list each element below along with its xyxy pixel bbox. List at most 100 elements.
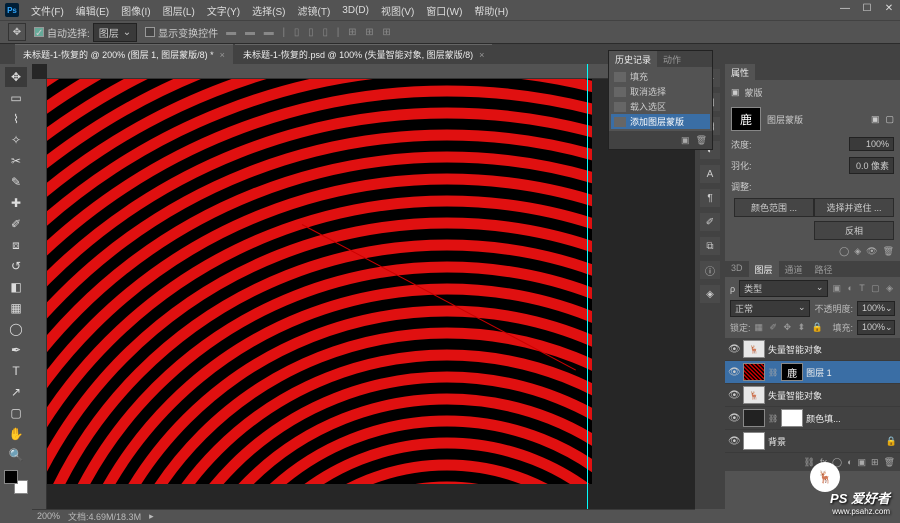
layer-row[interactable]: 👁 🦌 失量智能对象 [725,384,900,407]
history-item[interactable]: 取消选择 [611,84,710,99]
minimize-button[interactable]: — [839,3,851,14]
filter-icons[interactable]: ▣ ◐ T ▢ ◈ [832,283,895,294]
character-panel-icon[interactable]: ¶ [700,189,720,207]
invert-button[interactable]: 反相 [814,221,894,240]
close-tab-icon[interactable]: × [479,50,484,60]
menu-image[interactable]: 图像(I) [121,3,150,18]
history-item[interactable]: 添加图层蒙版 [611,114,710,129]
gradient-tool[interactable]: ▦ [5,298,27,318]
layer-name[interactable]: 图层 1 [806,366,897,379]
link-icon[interactable]: ⛓ [768,414,778,423]
menu-edit[interactable]: 编辑(E) [76,3,109,18]
lasso-tool[interactable]: ⌇ [5,109,27,129]
layer-name[interactable]: 失量智能对象 [768,389,897,402]
close-button[interactable]: ✕ [883,3,895,14]
layer-row[interactable]: 👁 ⛓ 鹿 图层 1 [725,361,900,384]
history-item[interactable]: 填充 [611,69,710,84]
document-tab-2[interactable]: 未标题-1-恢复的.psd @ 100% (失量智能对象, 图层蒙版/8)× [235,44,492,64]
color-swatches[interactable] [4,470,28,494]
menu-3d[interactable]: 3D(D) [342,5,369,16]
mask-thumbnail[interactable]: 鹿 [731,107,761,131]
guide-vertical[interactable] [587,64,588,509]
mask-thumbnail[interactable] [781,409,803,427]
visibility-icon[interactable]: 👁 [728,344,740,355]
crop-tool[interactable]: ✂ [5,151,27,171]
auto-select-dropdown[interactable]: 图层⌄ [93,23,137,42]
layer-thumbnail[interactable] [743,363,765,381]
foreground-color[interactable] [4,470,18,484]
layer-thumbnail[interactable] [743,432,765,450]
maximize-button[interactable]: ☐ [861,3,873,14]
navigator-panel-icon[interactable]: ◈ [700,285,720,303]
status-arrow-icon[interactable]: ▸ [149,511,154,522]
vector-mask-icon[interactable]: ▢ [885,114,894,125]
actions-tab[interactable]: 动作 [657,51,687,67]
zoom-tool[interactable]: 🔍 [5,445,27,465]
eraser-tool[interactable]: ◧ [5,277,27,297]
link-icon[interactable]: ⛓ [768,368,778,377]
healing-tool[interactable]: ✚ [5,193,27,213]
menu-layer[interactable]: 图层(L) [163,3,195,18]
density-value[interactable]: 100% [849,137,894,151]
menu-view[interactable]: 视图(V) [381,3,414,18]
apply-mask-icon[interactable]: ◈ [854,246,861,257]
dodge-tool[interactable]: ◯ [5,319,27,339]
visibility-icon[interactable]: 👁 [728,436,740,447]
delete-mask-icon[interactable]: 🗑 [883,246,894,257]
new-layer-icon[interactable]: ⊞ [871,457,879,468]
clone-panel-icon[interactable]: ⧉ [700,237,720,255]
menu-type[interactable]: 文字(Y) [207,3,240,18]
disable-mask-icon[interactable]: 👁 [866,246,877,257]
opacity-value[interactable]: 100%⌄ [857,301,895,316]
layer-name[interactable]: 颜色填... [806,412,897,425]
menu-filter[interactable]: 滤镜(T) [298,3,331,18]
path-tool[interactable]: ↗ [5,382,27,402]
history-new-icon[interactable]: ▣ [681,135,690,146]
delete-layer-icon[interactable]: 🗑 [884,457,895,468]
menu-select[interactable]: 选择(S) [252,3,285,18]
layer-row[interactable]: 👁 🦌 失量智能对象 [725,338,900,361]
brushes-panel-icon[interactable]: ✐ [700,213,720,231]
menu-file[interactable]: 文件(F) [31,3,64,18]
auto-select-checkbox[interactable]: ✓ 自动选择: 图层⌄ [34,23,137,42]
lock-icons[interactable]: ▦ ✐ ✥ ⬍ 🔒 [755,322,825,333]
pixel-mask-icon[interactable]: ▣ [871,114,880,125]
layers-tab[interactable]: 图层 [749,261,779,277]
visibility-icon[interactable]: 👁 [728,367,740,378]
history-delete-icon[interactable]: 🗑 [696,135,707,146]
document-canvas[interactable] [47,79,592,484]
mask-thumbnail[interactable]: 鹿 [781,363,803,381]
info-panel-icon[interactable]: ⓘ [700,261,720,279]
blend-mode-dropdown[interactable]: 正常⌄ [730,300,810,317]
document-tab-1[interactable]: 未标题-1-恢复的 @ 200% (图层 1, 图层蒙版/8) *× [15,44,233,64]
paths-tab[interactable]: 路径 [809,261,839,277]
marquee-tool[interactable]: ▭ [5,88,27,108]
ruler-horizontal[interactable] [47,64,695,79]
history-tab[interactable]: 历史记录 [609,51,657,67]
align-icons[interactable]: ▬ ▬ ▬ | ▯ ▯ ▯ | ⊞ ⊞ ⊞ [226,27,394,38]
properties-tab[interactable]: 属性 [725,64,755,80]
menu-help[interactable]: 帮助(H) [474,3,508,18]
adjustment-icon[interactable]: ◐ [847,457,852,467]
ruler-vertical[interactable] [32,79,47,509]
layer-thumbnail[interactable]: 🦌 [743,386,765,404]
menu-window[interactable]: 窗口(W) [426,3,462,18]
load-selection-icon[interactable]: ◯ [839,246,849,257]
layer-name[interactable]: 背景 [768,435,883,448]
fill-value[interactable]: 100%⌄ [857,320,895,335]
close-tab-icon[interactable]: × [220,50,225,60]
layer-thumbnail[interactable]: 🦌 [743,340,765,358]
zoom-level[interactable]: 200% [37,511,60,521]
history-item[interactable]: 载入选区 [611,99,710,114]
hand-tool[interactable]: ✋ [5,424,27,444]
visibility-icon[interactable]: 👁 [728,390,740,401]
color-range-button[interactable]: 颜色范围 ... [734,198,814,217]
stamp-tool[interactable]: ⧈ [5,235,27,255]
select-and-mask-button[interactable]: 选择并遮住 ... [814,198,894,217]
move-tool[interactable]: ✥ [5,67,27,87]
show-transform-checkbox[interactable]: 显示变换控件 [145,25,218,40]
pen-tool[interactable]: ✒ [5,340,27,360]
kind-dropdown[interactable]: 类型⌄ [739,280,828,297]
kind-icon[interactable]: ρ [730,284,735,294]
magic-wand-tool[interactable]: ✧ [5,130,27,150]
